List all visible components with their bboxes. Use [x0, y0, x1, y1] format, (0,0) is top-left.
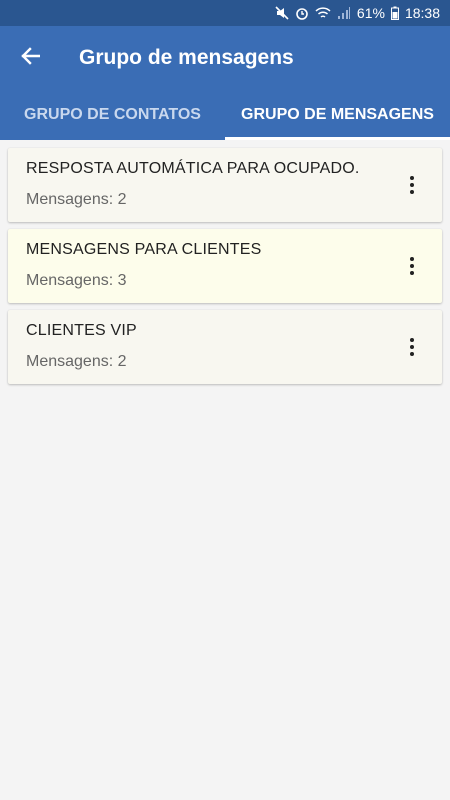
message-group-list: RESPOSTA AUTOMÁTICA PARA OCUPADO. Mensag…	[8, 148, 442, 391]
group-name: RESPOSTA AUTOMÁTICA PARA OCUPADO.	[26, 160, 360, 177]
arrow-left-icon	[20, 46, 41, 70]
message-count: Mensagens: 3	[26, 272, 127, 289]
tab-bar: GRUPO DE CONTATOS GRUPO DE MENSAGENS	[0, 90, 450, 140]
tab-grupo-de-contatos[interactable]: GRUPO DE CONTATOS	[0, 90, 225, 140]
clock: 18:38	[404, 5, 440, 21]
tab-grupo-de-mensagens[interactable]: GRUPO DE MENSAGENS	[225, 90, 450, 140]
battery-percent: 61%	[356, 5, 385, 21]
alarm-icon	[295, 6, 309, 20]
wifi-icon	[315, 6, 331, 20]
active-tab-indicator	[225, 137, 450, 140]
status-bar: 61% 18:38	[0, 0, 450, 26]
back-button[interactable]	[0, 26, 60, 90]
message-count: Mensagens: 2	[26, 191, 127, 208]
more-options-icon[interactable]	[400, 172, 424, 198]
group-name: CLIENTES VIP	[26, 322, 137, 339]
more-options-icon[interactable]	[400, 334, 424, 360]
message-count: Mensagens: 2	[26, 353, 127, 370]
tab-label: GRUPO DE CONTATOS	[24, 106, 201, 123]
mute-icon	[275, 6, 289, 20]
list-item[interactable]: RESPOSTA AUTOMÁTICA PARA OCUPADO. Mensag…	[8, 148, 442, 222]
tab-label: GRUPO DE MENSAGENS	[241, 106, 434, 123]
list-item[interactable]: MENSAGENS PARA CLIENTES Mensagens: 3	[8, 229, 442, 303]
list-item[interactable]: CLIENTES VIP Mensagens: 2	[8, 310, 442, 384]
more-options-icon[interactable]	[400, 253, 424, 279]
group-name: MENSAGENS PARA CLIENTES	[26, 241, 262, 258]
app-bar: Grupo de mensagens	[0, 26, 450, 90]
battery-icon	[390, 6, 399, 20]
signal-icon	[337, 6, 351, 20]
page-title: Grupo de mensagens	[79, 46, 294, 69]
